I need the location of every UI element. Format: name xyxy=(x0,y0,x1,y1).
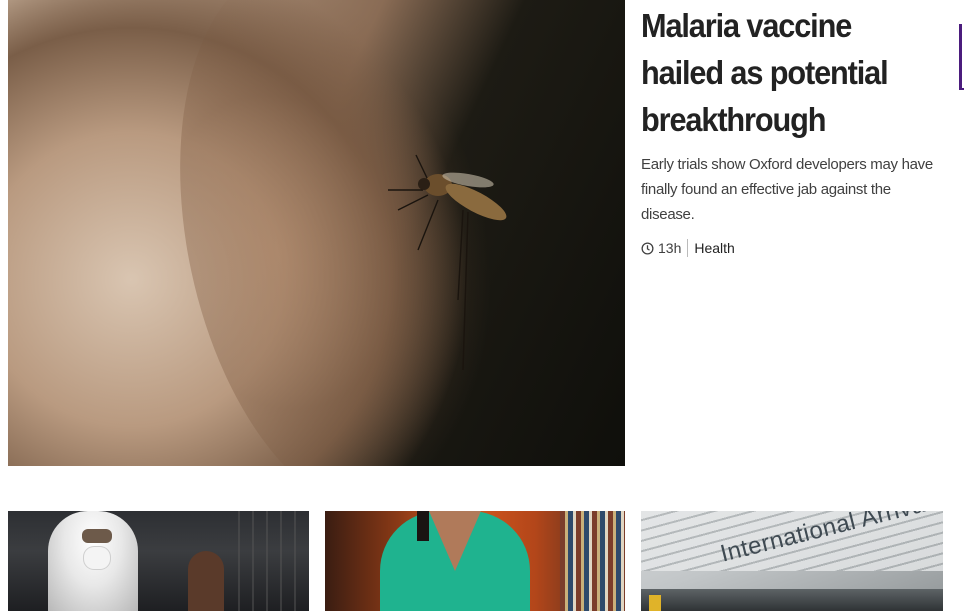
neckline xyxy=(429,511,481,571)
story-card-image-1[interactable] xyxy=(8,511,309,611)
story-card-image-3[interactable]: International Arrivals xyxy=(641,511,943,611)
yellow-marker xyxy=(649,595,661,611)
hero-image[interactable] xyxy=(8,0,625,466)
headline-link[interactable]: Malaria vaccine hailed as potential brea… xyxy=(641,2,920,143)
background-person xyxy=(188,551,224,611)
visor xyxy=(82,529,112,543)
story-summary: Early trials show Oxford developers may … xyxy=(641,156,933,223)
bookshelf xyxy=(560,511,625,611)
airport-floor xyxy=(641,589,943,611)
mosquito-graphic xyxy=(388,154,507,371)
hair xyxy=(417,511,429,541)
background-bars xyxy=(238,511,308,611)
sidebar-edge-accent xyxy=(959,24,962,90)
section-link-health[interactable]: Health xyxy=(694,240,734,256)
timestamp: 13h xyxy=(658,240,682,256)
face-mask xyxy=(84,547,110,569)
story-meta: 13h Health xyxy=(641,238,735,258)
story-card-image-2[interactable] xyxy=(325,511,625,611)
sidebar-edge-accent-cap xyxy=(959,88,964,90)
clock-icon xyxy=(641,241,654,255)
meta-divider xyxy=(687,239,689,257)
